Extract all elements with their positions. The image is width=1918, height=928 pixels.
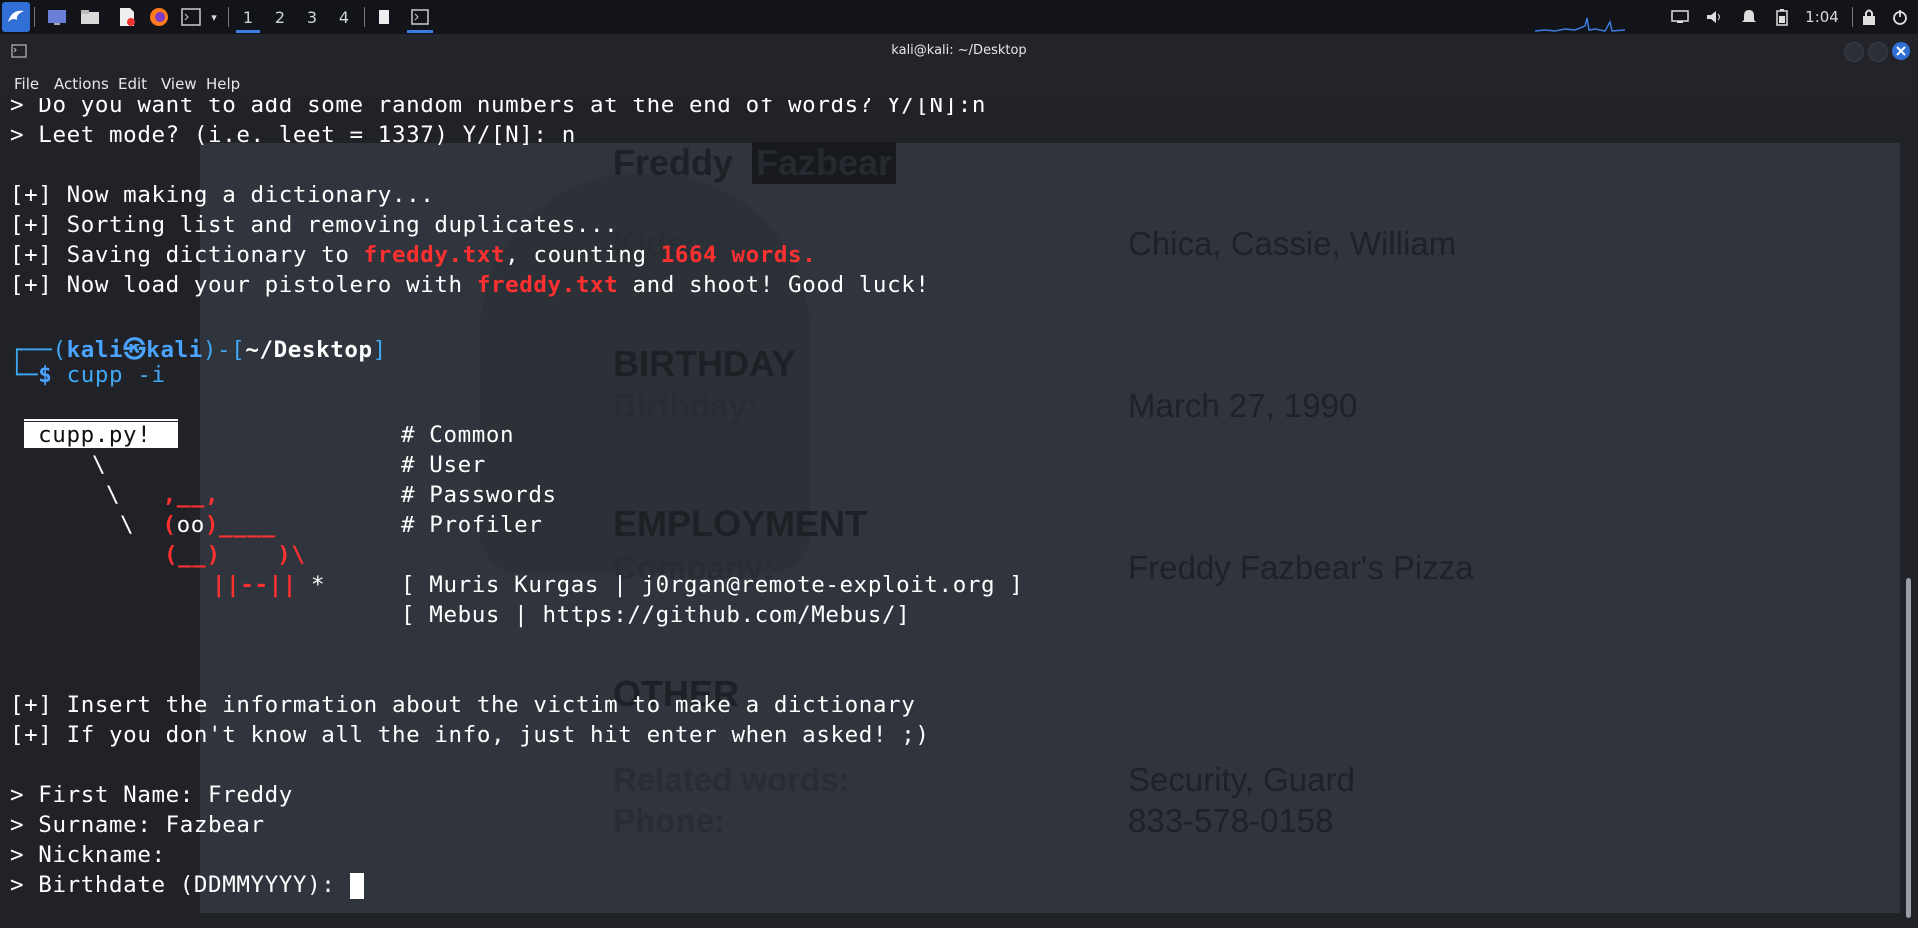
banner-common: # Common xyxy=(401,422,515,448)
display-icon[interactable] xyxy=(1668,3,1692,31)
lock-icon[interactable] xyxy=(1858,3,1880,31)
text-editor-icon[interactable] xyxy=(114,3,140,31)
bg-related-value: Security, Guard xyxy=(1128,761,1355,798)
banner-mebus: [ Mebus | https://github.com/Mebus/] xyxy=(401,602,911,628)
bg-kids-value: Chica, Cassie, William xyxy=(1128,225,1457,262)
desktop-icon[interactable] xyxy=(44,3,70,31)
terminal-line: [+] Now making a dictionary... xyxy=(10,182,435,208)
bg-birthday-label: Birthday: xyxy=(613,387,758,424)
menu-help[interactable]: Help xyxy=(206,75,240,93)
clock[interactable]: 1:04 xyxy=(1800,3,1844,31)
menu-view[interactable]: View xyxy=(161,75,197,93)
menu-edit[interactable]: Edit xyxy=(118,75,147,93)
bg-name-last: Fazbear xyxy=(752,142,897,184)
scrollbar-thumb[interactable] xyxy=(1906,578,1911,918)
workspace-4[interactable]: 4 xyxy=(330,3,358,31)
bg-name-first: Freddy xyxy=(613,142,734,183)
terminal-line: > Surname: Fazbear xyxy=(10,812,265,838)
banner-art: ||--|| * xyxy=(212,572,326,598)
shell-prompt: ┌──(kali㉿kali)-[~/Desktop] xyxy=(10,337,387,363)
terminal-line: [+] Now load your pistolero with freddy.… xyxy=(10,272,930,298)
maximize-button[interactable] xyxy=(1868,42,1888,62)
terminal-launcher-icon[interactable] xyxy=(178,3,204,31)
shell-command-line: └─$ cupp -i xyxy=(10,362,166,388)
banner-box-topline xyxy=(24,419,178,421)
banner-box: cupp.py! xyxy=(24,422,178,448)
taskbar-window-terminal[interactable] xyxy=(405,3,435,33)
cpu-graph xyxy=(1535,14,1625,32)
bg-related-label: Related words: xyxy=(613,761,850,798)
bg-phone-value: 833-578-0158 xyxy=(1128,802,1334,839)
banner-art: \ ,__, xyxy=(106,482,220,508)
kali-menu-icon[interactable] xyxy=(2,2,30,32)
menu-file[interactable]: File xyxy=(14,75,39,93)
bg-company-value: Freddy Fazbear's Pizza xyxy=(1128,549,1474,586)
terminal-line: [+] If you don't know all the info, just… xyxy=(10,722,930,748)
banner-user: # User xyxy=(401,452,486,478)
banner-passwords: # Passwords xyxy=(401,482,557,508)
terminal-line: [+] Sorting list and removing duplicates… xyxy=(10,212,619,238)
close-button[interactable] xyxy=(1892,42,1910,60)
close-icon xyxy=(1896,46,1906,56)
bg-birthday-heading: BIRTHDAY xyxy=(613,343,796,384)
terminal-line: > Leet mode? (i.e. leet = 1337) Y/[N]: n xyxy=(10,122,576,148)
volume-icon[interactable] xyxy=(1702,3,1726,31)
banner-art: \ xyxy=(92,452,107,478)
menubar: File Actions Edit View Help xyxy=(0,68,1918,98)
bg-birthday-value: March 27, 1990 xyxy=(1128,387,1358,424)
workspace-1[interactable]: 1 xyxy=(234,3,262,33)
top-panel: ▾ 1 2 3 4 1:04 xyxy=(0,0,1918,34)
logout-icon[interactable] xyxy=(1888,3,1912,31)
bg-phone-label: Phone: xyxy=(613,802,725,839)
text-cursor xyxy=(349,872,364,899)
chevron-down-icon[interactable]: ▾ xyxy=(206,3,222,31)
bg-employment-heading: EMPLOYMENT xyxy=(613,503,868,544)
battery-icon[interactable] xyxy=(1772,3,1792,31)
terminal-view[interactable]: Freddy Fazbear Kids: Chica, Cassie, Will… xyxy=(0,98,1900,928)
terminal-line: [+] Saving dictionary to freddy.txt, cou… xyxy=(10,242,817,268)
terminal-line: > Do you want to add some random numbers… xyxy=(10,98,987,118)
terminal-line: > Nickname: xyxy=(10,842,166,868)
firefox-icon[interactable] xyxy=(146,3,172,31)
banner-author: [ Muris Kurgas | j0rgan@remote-exploit.o… xyxy=(401,572,1024,598)
banner-profiler: # Profiler xyxy=(401,512,543,538)
terminal-line: [+] Insert the information about the vic… xyxy=(10,692,916,718)
minimize-button[interactable] xyxy=(1844,42,1864,62)
banner-art: \ (oo)____ xyxy=(120,512,276,538)
banner-art: (__) )\ xyxy=(164,542,306,568)
notification-bell-icon[interactable] xyxy=(1737,3,1761,31)
file-manager-icon[interactable] xyxy=(77,3,103,31)
taskbar-window-blank[interactable] xyxy=(372,3,396,31)
menu-actions[interactable]: Actions xyxy=(54,75,109,93)
window-titlebar[interactable]: kali@kali: ~/Desktop xyxy=(0,34,1918,68)
workspace-2[interactable]: 2 xyxy=(266,3,294,31)
window-title: kali@kali: ~/Desktop xyxy=(891,43,1027,58)
workspace-3[interactable]: 3 xyxy=(298,3,326,31)
scrollbar[interactable] xyxy=(1900,98,1918,928)
terminal-input-line[interactable]: > Birthdate (DDMMYYYY): xyxy=(10,872,364,899)
terminal-line: > First Name: Freddy xyxy=(10,782,293,808)
